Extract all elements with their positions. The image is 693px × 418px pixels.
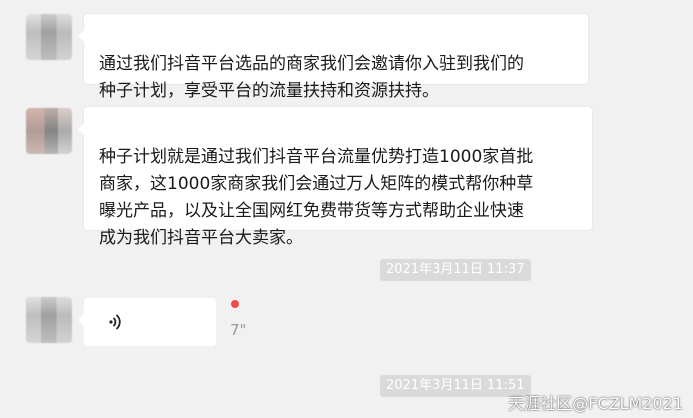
sender-avatar[interactable]	[26, 108, 72, 154]
voice-wave-icon	[109, 314, 121, 330]
message-text: 通过我们抖音平台选品的商家我们会邀请你入驻到我们的 种子计划，享受平台的流量扶持…	[99, 54, 524, 101]
watermark: 天涯社区@FCZLM2021	[508, 394, 683, 413]
unread-indicator	[231, 300, 239, 308]
message-bubble[interactable]: 种子计划就是通过我们抖音平台流量优势打造1000家首批 商家，这1000家商家我…	[78, 107, 592, 248]
message-bubble[interactable]: 通过我们抖音平台选品的商家我们会邀请你入驻到我们的 种子计划，享受平台的流量扶持…	[78, 14, 588, 101]
sender-avatar[interactable]	[26, 14, 72, 60]
sender-avatar[interactable]	[26, 297, 72, 343]
timestamp: 2021年3月11日 11:37	[380, 259, 531, 281]
voice-message-bubble[interactable]	[78, 298, 216, 346]
voice-duration: 7"	[230, 321, 247, 339]
message-text: 种子计划就是通过我们抖音平台流量优势打造1000家首批 商家，这1000家商家我…	[99, 147, 534, 248]
